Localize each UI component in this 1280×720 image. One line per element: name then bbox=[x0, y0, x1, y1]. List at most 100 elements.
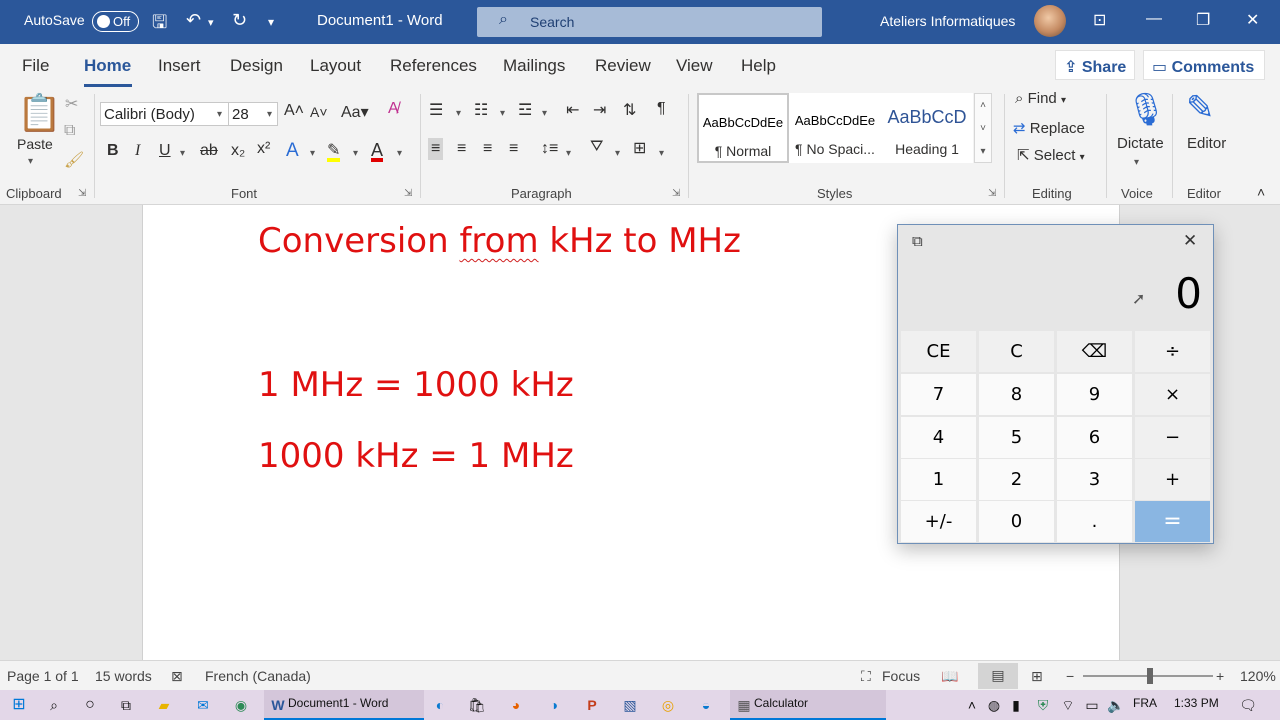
text-effects-icon[interactable]: A bbox=[286, 140, 299, 162]
network-icon[interactable]: ▭ bbox=[1082, 695, 1102, 715]
clock[interactable]: 1:33 PM bbox=[1174, 696, 1219, 710]
key-decimal[interactable]: . bbox=[1057, 501, 1132, 542]
grow-font-icon[interactable]: A˄ bbox=[284, 102, 304, 120]
autosave-toggle[interactable]: Off bbox=[92, 11, 139, 32]
input-language[interactable]: FRA bbox=[1133, 696, 1157, 710]
keep-on-top-icon[interactable]: ⧉ bbox=[912, 233, 923, 250]
key-4[interactable]: 4 bbox=[901, 417, 976, 458]
font-name-box[interactable]: Calibri (Body) bbox=[100, 102, 229, 126]
minimize-icon[interactable]: — bbox=[1146, 10, 1162, 28]
user-name[interactable]: Ateliers Informatiques bbox=[880, 13, 1015, 29]
key-3[interactable]: 3 bbox=[1057, 459, 1132, 500]
more-styles-icon[interactable]: ▾ bbox=[975, 140, 991, 163]
zoom-in-icon[interactable]: + bbox=[1216, 668, 1224, 684]
clear-formatting-icon[interactable]: A̸ bbox=[388, 100, 399, 118]
key-divide[interactable]: ÷ bbox=[1135, 331, 1210, 372]
undo-icon[interactable]: ↶ bbox=[186, 10, 201, 31]
format-painter-icon[interactable]: 🖌 bbox=[64, 150, 84, 170]
justify-icon[interactable]: ≡ bbox=[509, 140, 518, 158]
tab-home[interactable]: Home bbox=[84, 56, 131, 76]
style-no-spacing[interactable]: AaBbCcDdEe ¶ No Spaci... bbox=[789, 93, 881, 163]
key-6[interactable]: 6 bbox=[1057, 417, 1132, 458]
clipboard-launcher-icon[interactable]: ⇲ bbox=[78, 188, 86, 199]
microphone-icon[interactable]: 🎙 bbox=[1126, 90, 1167, 128]
strikethrough-icon[interactable]: ab bbox=[200, 142, 218, 160]
key-multiply[interactable]: × bbox=[1135, 374, 1210, 415]
mail-icon[interactable]: ✉ bbox=[193, 695, 213, 715]
taskbar-word-app[interactable]: W Document1 - Word bbox=[264, 690, 424, 720]
file-explorer-icon[interactable]: ▰ bbox=[154, 695, 174, 715]
page-count[interactable]: Page 1 of 1 bbox=[7, 668, 79, 684]
tab-help[interactable]: Help bbox=[741, 56, 776, 76]
key-add[interactable]: + bbox=[1135, 459, 1210, 500]
line-spacing-dropdown-icon[interactable]: ▾ bbox=[566, 148, 571, 159]
paste-dropdown-icon[interactable]: ▾ bbox=[28, 156, 33, 167]
calculator-close-icon[interactable]: ✕ bbox=[1183, 231, 1197, 251]
scroll-down-icon[interactable]: ˅ bbox=[975, 117, 991, 140]
redo-icon[interactable]: ↻ bbox=[232, 10, 247, 31]
undo-dropdown-icon[interactable]: ▾ bbox=[208, 16, 214, 29]
word-count[interactable]: 15 words bbox=[95, 668, 152, 684]
collapse-ribbon-icon[interactable]: ˄ bbox=[1257, 184, 1265, 200]
battery-icon[interactable]: ▮ bbox=[1006, 695, 1026, 715]
comments-button[interactable]: ▭ Comments bbox=[1143, 50, 1265, 80]
styles-launcher-icon[interactable]: ⇲ bbox=[988, 188, 996, 199]
key-7[interactable]: 7 bbox=[901, 374, 976, 415]
style-normal[interactable]: AaBbCcDdEe ¶ Normal bbox=[697, 93, 789, 163]
key-negate[interactable]: +/- bbox=[901, 501, 976, 542]
highlight-icon[interactable]: ✎ bbox=[327, 140, 341, 162]
key-subtract[interactable]: − bbox=[1135, 417, 1210, 458]
numbering-icon[interactable]: ☷ bbox=[474, 100, 488, 120]
key-8[interactable]: 8 bbox=[979, 374, 1054, 415]
paste-label[interactable]: Paste bbox=[17, 136, 53, 152]
defender-icon[interactable]: ⛨ bbox=[1033, 695, 1053, 715]
tab-design[interactable]: Design bbox=[230, 56, 283, 76]
tab-layout[interactable]: Layout bbox=[310, 56, 361, 76]
key-5[interactable]: 5 bbox=[979, 417, 1054, 458]
show-formatting-icon[interactable]: ¶ bbox=[657, 100, 666, 118]
key-1[interactable]: 1 bbox=[901, 459, 976, 500]
proofing-icon[interactable]: ⊠ bbox=[171, 668, 183, 685]
borders-dropdown-icon[interactable]: ▾ bbox=[659, 148, 664, 159]
chrome-canary-icon[interactable]: ◎ bbox=[658, 695, 678, 715]
cortana-icon[interactable]: ○ bbox=[80, 695, 100, 715]
shrink-font-icon[interactable]: A˅ bbox=[310, 104, 328, 120]
edge-dev-icon[interactable]: ◑ bbox=[544, 695, 564, 715]
bold-icon[interactable]: B bbox=[107, 142, 119, 160]
font-size-dropdown-icon[interactable]: ▾ bbox=[267, 109, 272, 120]
bullets-dropdown-icon[interactable]: ▾ bbox=[456, 108, 461, 119]
save-icon[interactable]: 🖫 bbox=[152, 10, 167, 40]
font-name-dropdown-icon[interactable]: ▾ bbox=[217, 109, 222, 120]
edge-beta-icon[interactable]: ◒ bbox=[696, 695, 716, 715]
key-9[interactable]: 9 bbox=[1057, 374, 1132, 415]
paragraph-launcher-icon[interactable]: ⇲ bbox=[672, 188, 680, 199]
change-case-icon[interactable]: Aa▾ bbox=[341, 102, 369, 122]
multilevel-list-icon[interactable]: ☲ bbox=[518, 100, 532, 120]
font-color-dropdown-icon[interactable]: ▾ bbox=[397, 148, 402, 159]
increase-indent-icon[interactable]: ⇥ bbox=[593, 100, 606, 120]
share-button[interactable]: ⇪ Share bbox=[1055, 50, 1135, 80]
text-effects-dropdown-icon[interactable]: ▾ bbox=[310, 148, 315, 159]
numbering-dropdown-icon[interactable]: ▾ bbox=[500, 108, 505, 119]
superscript-icon[interactable]: x² bbox=[257, 140, 270, 158]
underline-icon[interactable]: U bbox=[159, 142, 171, 160]
key-2[interactable]: 2 bbox=[979, 459, 1054, 500]
search-box[interactable]: ⌕ Search bbox=[477, 7, 822, 37]
sort-icon[interactable]: ⇅ bbox=[623, 100, 636, 120]
store-icon[interactable]: 🛍 bbox=[467, 695, 487, 715]
key-equals[interactable]: = bbox=[1135, 501, 1210, 542]
focus-icon[interactable]: ⛶ bbox=[861, 668, 871, 685]
multilevel-dropdown-icon[interactable]: ▾ bbox=[542, 108, 547, 119]
subscript-icon[interactable]: x₂ bbox=[231, 142, 245, 160]
volume-icon[interactable]: 🔈 bbox=[1106, 695, 1126, 715]
tab-file[interactable]: File bbox=[22, 56, 49, 76]
key-ce[interactable]: CE bbox=[901, 331, 976, 372]
key-backspace[interactable]: ⌫ bbox=[1057, 331, 1132, 372]
tab-insert[interactable]: Insert bbox=[158, 56, 201, 76]
ribbon-display-options-icon[interactable]: ⊡ bbox=[1093, 10, 1106, 30]
close-icon[interactable]: ✕ bbox=[1246, 10, 1259, 30]
dictate-dropdown-icon[interactable]: ▾ bbox=[1134, 157, 1139, 168]
notifications-icon[interactable]: 🗨 bbox=[1238, 695, 1258, 715]
zoom-level[interactable]: 120% bbox=[1240, 668, 1276, 684]
find-button[interactable]: ⌕ Find ▾ bbox=[1015, 90, 1066, 107]
